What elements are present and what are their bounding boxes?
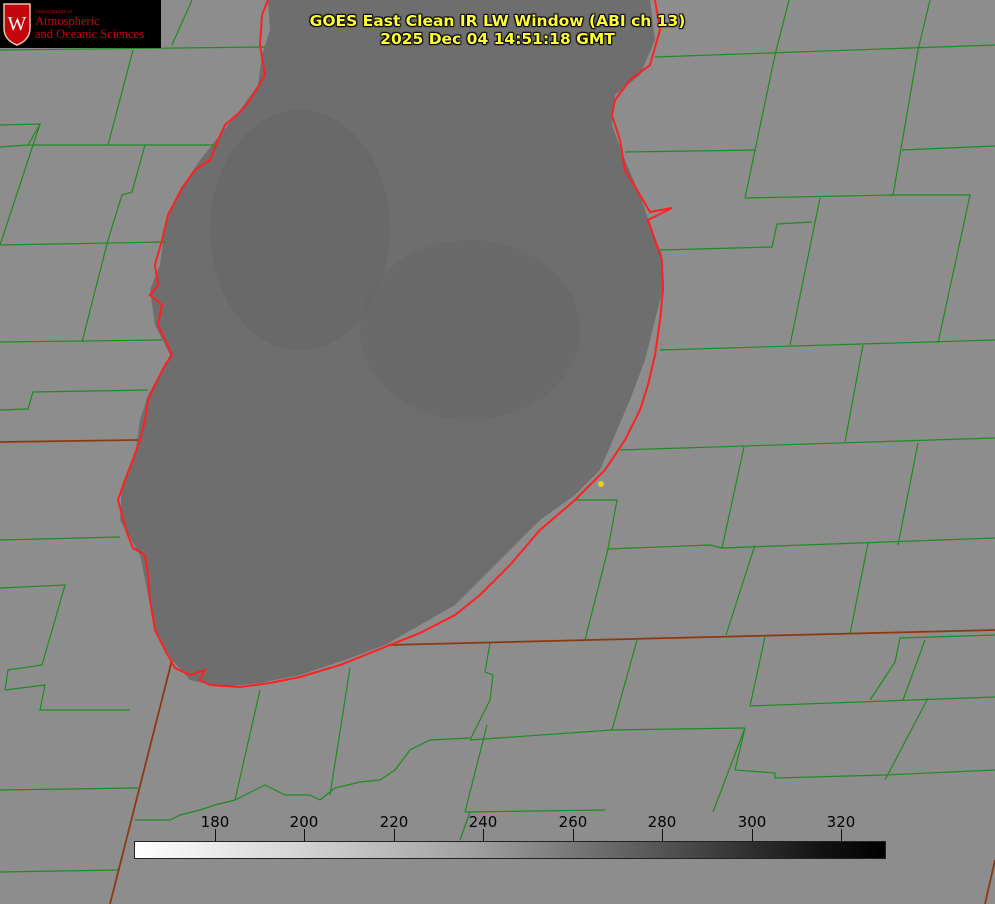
- colorbar: [134, 841, 886, 859]
- image-title: GOES East Clean IR LW Window (ABI ch 13)…: [0, 12, 995, 48]
- colorbar-tick-label: 220: [379, 813, 409, 831]
- colorbar-tick-label: 240: [468, 813, 498, 831]
- colorbar-tick-label: 280: [647, 813, 677, 831]
- colorbar-tick-label: 180: [200, 813, 230, 831]
- lake-dark-region: [360, 240, 580, 420]
- title-timestamp: 2025 Dec 04 14:51:18 GMT: [380, 30, 615, 48]
- title-product: GOES East Clean IR LW Window (ABI ch 13): [309, 12, 686, 30]
- satellite-map: [0, 0, 995, 904]
- station-marker: [598, 481, 604, 487]
- colorbar-tick-label: 320: [826, 813, 856, 831]
- colorbar-tick-label: 260: [558, 813, 588, 831]
- colorbar-tick-label: 200: [289, 813, 319, 831]
- colorbar-tick-label: 300: [737, 813, 767, 831]
